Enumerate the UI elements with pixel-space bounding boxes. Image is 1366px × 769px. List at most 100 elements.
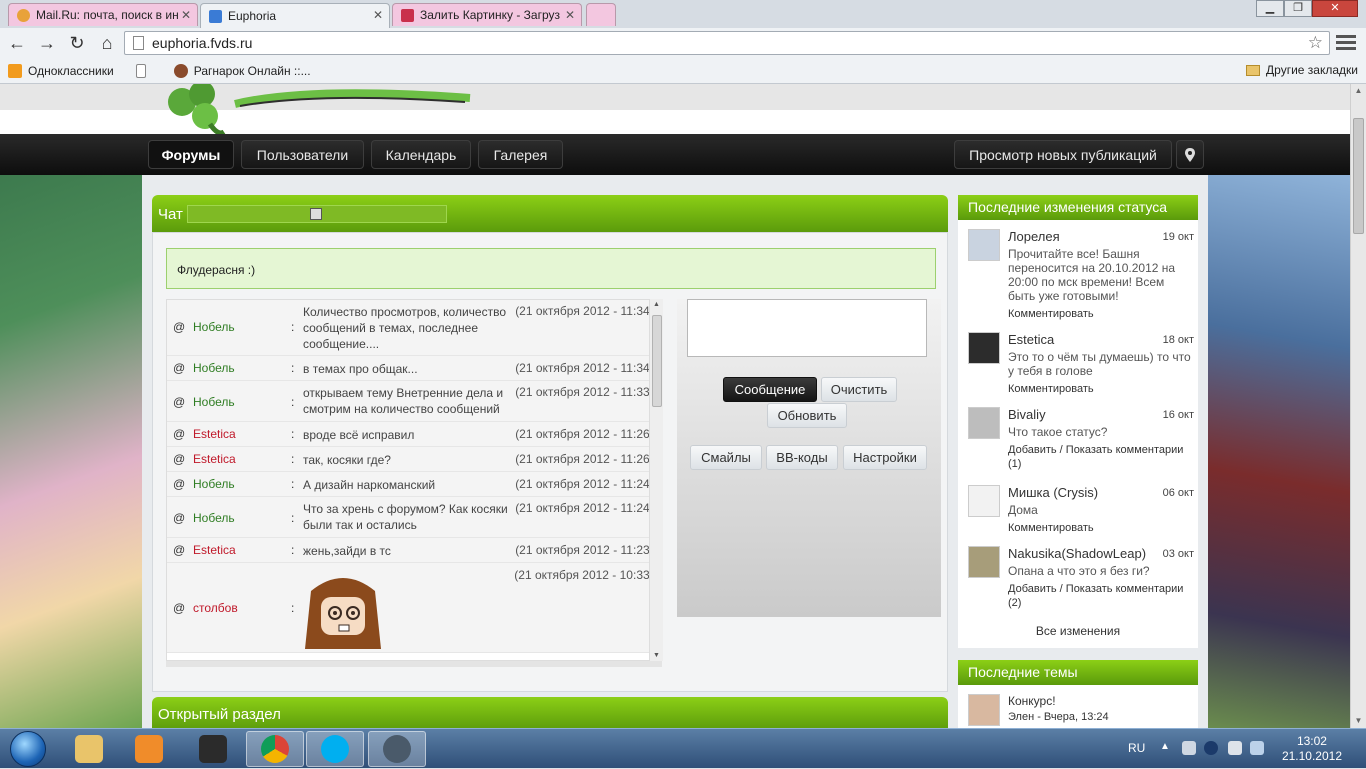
close-icon[interactable]: ✕ [373,8,383,22]
nav-forums[interactable]: Форумы [148,140,234,169]
bookmark-star-icon[interactable]: ☆ [1308,33,1323,53]
close-window-button[interactable]: ✕ [1312,0,1358,17]
clock[interactable]: 13:02 21.10.2012 [1282,734,1342,764]
signal-icon[interactable] [1250,741,1264,755]
avatar[interactable] [968,546,1000,578]
language-indicator[interactable]: RU [1128,741,1145,755]
close-icon[interactable]: ✕ [565,8,575,22]
avatar[interactable] [968,485,1000,517]
main-content: Чат Флудерасня :) @ Нобель : Количество … [142,175,1208,728]
comment-link[interactable]: Комментировать [1008,307,1194,321]
comment-link[interactable]: Комментировать [1008,521,1194,535]
maximize-button[interactable]: ❐ [1284,0,1312,17]
usb-device-icon[interactable] [1228,741,1242,755]
status-user[interactable]: Лорелея [1008,229,1060,244]
scroll-up-icon[interactable]: ▲ [653,301,660,308]
new-tab-button[interactable] [586,3,616,26]
bbcodes-button[interactable]: BB-коды [766,445,838,470]
reply-at-icon[interactable]: @ [173,543,185,557]
forward-icon[interactable]: → [34,33,60,54]
avatar[interactable] [968,332,1000,364]
reply-at-icon[interactable]: @ [173,477,185,491]
clear-button[interactable]: Очистить [821,377,897,402]
chat-nick[interactable]: Estetica [193,452,236,466]
reply-at-icon[interactable]: @ [173,320,185,334]
scroll-down-icon[interactable]: ▼ [1353,716,1364,726]
status-user[interactable]: Nakusika(ShadowLeap) [1008,546,1146,561]
chat-nick[interactable]: Нобель [193,511,235,525]
reply-at-icon[interactable]: @ [173,511,185,525]
tab-euphoria[interactable]: Euphoria ✕ [200,3,390,28]
back-icon[interactable]: ← [4,33,30,54]
scroll-down-icon[interactable]: ▼ [653,652,660,659]
reply-at-icon[interactable]: @ [173,452,185,466]
taskbar-skype[interactable] [306,731,364,767]
taskbar-media-player[interactable] [120,731,178,767]
open-section-title[interactable]: Открытый раздел [158,706,281,723]
network-globe-icon[interactable] [1204,741,1218,755]
bookmark-odnoklassniki[interactable]: Одноклассники [8,63,114,78]
chat-nick[interactable]: Estetica [193,543,236,557]
other-bookmarks[interactable]: Другие закладки [1246,63,1358,77]
status-user[interactable]: Estetica [1008,332,1054,347]
bookmark-ragnarok[interactable]: Рагнарок Онлайн ::... [173,63,311,78]
page-scrollbar[interactable]: ▲ ▼ [1350,84,1366,728]
reply-at-icon[interactable]: @ [173,361,185,375]
chat-title-input[interactable] [186,205,447,223]
chat-nick[interactable]: Нобель [193,395,235,409]
tab-title: Mail.Ru: почта, поиск в ин [36,8,179,22]
chat-scrollbar[interactable]: ▲ ▼ [649,299,663,661]
status-user[interactable]: Bivaliy [1008,407,1046,422]
taskbar-camera[interactable] [184,731,242,767]
chat-nick[interactable]: Нобель [193,361,235,375]
taskbar-teamspeak[interactable] [368,731,426,767]
chat-nick[interactable]: Нобель [193,320,235,334]
refresh-button[interactable]: Обновить [767,403,847,428]
scroll-thumb[interactable] [652,315,662,407]
avatar[interactable] [968,407,1000,439]
map-pin-icon[interactable] [1176,140,1204,169]
chat-message-input[interactable] [687,299,927,357]
reload-icon[interactable]: ↻ [64,33,90,54]
start-button[interactable] [2,729,54,769]
reply-at-icon[interactable]: @ [173,395,185,409]
address-bar[interactable]: euphoria.fvds.ru ☆ [124,31,1330,55]
chat-nick[interactable]: Estetica [193,427,236,441]
topic-title[interactable]: Конкурс! [1008,694,1056,708]
bookmark-page[interactable] [135,63,152,78]
reply-at-icon[interactable]: @ [173,601,185,615]
chat-nick[interactable]: Нобель [193,477,235,491]
avatar[interactable] [968,229,1000,261]
all-changes-link[interactable]: Все изменения [958,624,1198,638]
settings-button[interactable]: Настройки [843,445,927,470]
reply-at-icon[interactable]: @ [173,427,185,441]
send-message-button[interactable]: Сообщение [723,377,817,402]
comment-link[interactable]: Добавить / Показать комментарии (1) [1008,443,1194,471]
nav-new-posts[interactable]: Просмотр новых публикаций [954,140,1172,169]
avatar[interactable] [968,694,1000,726]
chat-hscrollbar[interactable] [166,661,662,667]
smileys-button[interactable]: Смайлы [690,445,762,470]
volume-icon[interactable] [1182,741,1196,755]
show-hidden-icons-icon[interactable]: ▲ [1160,741,1174,755]
chat-nick[interactable]: столбов [193,601,238,615]
close-icon[interactable]: ✕ [181,8,191,22]
tab-mailru[interactable]: Mail.Ru: почта, поиск в ин ✕ [8,3,198,26]
status-user[interactable]: Мишка (Crysis) [1008,485,1098,500]
status-date: 03 окт [1162,548,1194,560]
tab-upload-image[interactable]: Залить Картинку - Загруз ✕ [392,3,582,26]
minimize-button[interactable]: ▁ [1256,0,1284,17]
taskbar-explorer[interactable] [60,731,118,767]
home-icon[interactable]: ⌂ [94,33,120,54]
status-text: Это то о чём ты думаешь) то что у тебя в… [1008,350,1191,378]
taskbar-chrome[interactable] [246,731,304,767]
menu-icon[interactable] [1336,32,1356,52]
comment-link[interactable]: Комментировать [1008,382,1194,396]
nav-users[interactable]: Пользователи [241,140,364,169]
comment-link[interactable]: Добавить / Показать комментарии (2) [1008,582,1194,610]
nav-calendar[interactable]: Календарь [371,140,471,169]
scroll-thumb[interactable] [1353,118,1364,234]
scroll-up-icon[interactable]: ▲ [1353,86,1364,96]
topic-author[interactable]: Элен [1008,711,1034,723]
nav-gallery[interactable]: Галерея [478,140,563,169]
